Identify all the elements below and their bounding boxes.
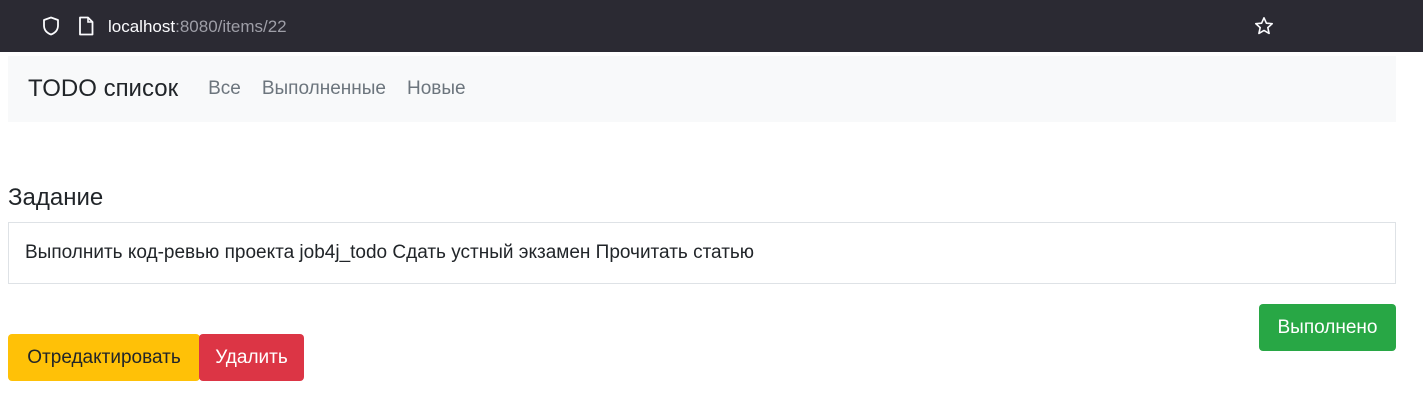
url-host: localhost: [108, 17, 176, 36]
navbar: TODO список Все Выполненные Новые: [8, 56, 1396, 122]
delete-button[interactable]: Удалить: [199, 334, 304, 381]
nav-link-all[interactable]: Все: [208, 78, 241, 100]
page-icon[interactable]: [76, 16, 96, 36]
shield-icon[interactable]: [41, 16, 61, 36]
nav-link-new[interactable]: Новые: [407, 78, 466, 100]
browser-toolbar: localhost:8080/items/22: [0, 0, 1423, 52]
star-icon[interactable]: [1254, 16, 1274, 36]
url-path: :8080/items/22: [175, 17, 287, 36]
done-button[interactable]: Выполнено: [1259, 304, 1396, 351]
task-label: Задание: [8, 184, 104, 211]
task-description: Выполнить код-ревью проекта job4j_todo С…: [8, 222, 1396, 284]
nav-link-done[interactable]: Выполненные: [262, 78, 386, 100]
address-bar[interactable]: localhost:8080/items/22: [108, 17, 287, 37]
navbar-brand[interactable]: TODO список: [28, 75, 178, 103]
edit-button[interactable]: Отредактировать: [8, 334, 200, 381]
